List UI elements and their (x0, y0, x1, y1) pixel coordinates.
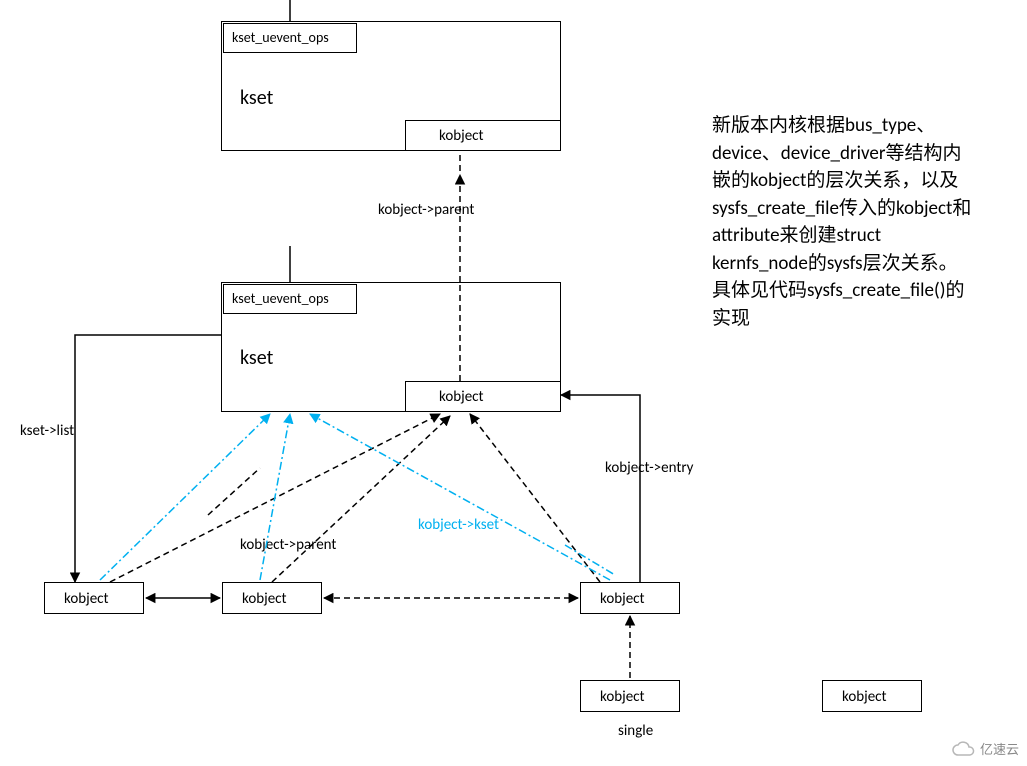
kobject-child-1-label: kobject (64, 590, 109, 608)
edge-kset-mid: kobject->kset (418, 516, 499, 534)
kobject-child-4-label: kobject (600, 688, 645, 706)
edge-parent-mid: kobject->parent (240, 536, 336, 554)
edge-entry: kobject->entry (605, 459, 693, 477)
kobject-top-label: kobject (439, 127, 484, 145)
kset-uevent-mid-label: kset_uevent_ops (232, 290, 329, 307)
kset-title-top: kset (240, 86, 273, 110)
edge-kset-list: kset->list (20, 422, 74, 440)
kobject-child-3-label: kobject (600, 590, 645, 608)
watermark-cloud: 亿速云 (952, 739, 1019, 758)
kobject-child-2-label: kobject (242, 590, 287, 608)
edge-parent-top: kobject->parent (378, 201, 474, 219)
kset-title-mid: kset (240, 346, 273, 370)
cloud-icon (952, 741, 976, 757)
kset-uevent-top-label: kset_uevent_ops (232, 29, 329, 46)
edge-single: single (618, 722, 653, 740)
kobject-mid-label: kobject (439, 388, 484, 406)
kobject-child-5-label: kobject (842, 688, 887, 706)
explanation-text: 新版本内核根据bus_type、device、device_driver等结构内… (712, 112, 972, 332)
